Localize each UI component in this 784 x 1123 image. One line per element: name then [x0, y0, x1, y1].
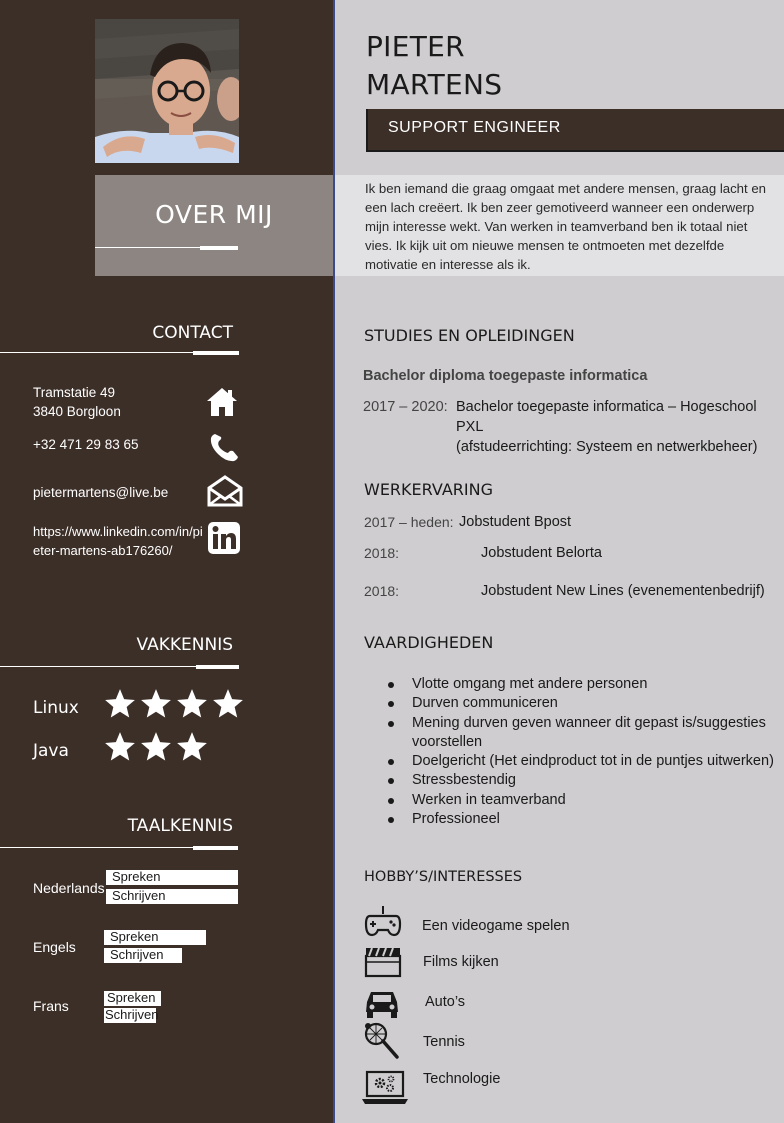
job-period: 2017 – heden: [364, 514, 454, 530]
skill-rating-linux [103, 687, 245, 721]
list-item: Durven communiceren [386, 694, 776, 713]
hobby-label: Auto’s [425, 994, 466, 1010]
laptop-gear-icon [361, 1070, 409, 1110]
list-item: Vlotte omgang met andere personen [386, 675, 776, 694]
studies-period: 2017 – 2020: [363, 399, 448, 415]
studies-description: Bachelor toegepaste informatica – Hogesc… [456, 397, 784, 457]
vakkennis-heading: VAKKENNIS [136, 635, 233, 655]
list-item: Stressbestendig [386, 771, 776, 790]
about-paragraph: Ik ben iemand die graag omgaat met ander… [365, 181, 767, 272]
list-item: Mening durven geven wanneer dit gepast i… [386, 714, 776, 753]
car-icon [364, 988, 400, 1024]
star-icon [213, 689, 243, 718]
language-bar-spreken: Spreken [104, 930, 206, 945]
job-title: Jobstudent Bpost [459, 514, 572, 530]
hobbys-heading: HOBBY’S/INTERESSES [364, 869, 523, 885]
phone-number[interactable]: +32 471 29 83 65 [33, 435, 138, 454]
werkervaring-heading: WERKERVARING [364, 480, 493, 499]
language-label-engels: Engels [33, 939, 76, 955]
star-icon [177, 732, 207, 761]
studies-line2: (afstudeerrichting: Systeem en netwerkbe… [456, 439, 758, 455]
taalkennis-underline-accent [193, 846, 238, 850]
home-icon [206, 387, 238, 421]
address-street: Tramstatie 49 [33, 385, 116, 400]
envelope-icon [206, 475, 244, 511]
name-first: PIETER [366, 30, 465, 63]
candidate-name: PIETER MARTENS [366, 28, 502, 104]
phone-icon [208, 432, 240, 468]
vakkennis-underline-accent [196, 665, 239, 669]
gamepad-icon [364, 904, 402, 942]
linkedin-url-line2: eter-martens-ab176260/ [33, 543, 173, 558]
language-bar-spreken: Spreken [104, 991, 161, 1006]
address-city: 3840 Borgloon [33, 404, 121, 419]
contact-heading: CONTACT [152, 323, 233, 343]
language-bar-spreken: Spreken [106, 870, 238, 885]
studies-line1: Bachelor toegepaste informatica – Hogesc… [456, 399, 757, 435]
degree-title: Bachelor diploma toegepaste informatica [363, 368, 648, 384]
studies-heading: STUDIES EN OPLEIDINGEN [364, 326, 575, 345]
clapperboard-icon [364, 946, 402, 982]
hobby-label: Technologie [423, 1071, 501, 1087]
taalkennis-heading: TAALKENNIS [127, 816, 233, 836]
job-title: Jobstudent Belorta [481, 545, 602, 561]
job-title: SUPPORT ENGINEER [388, 119, 561, 136]
hobby-label: Films kijken [423, 954, 499, 970]
job-title: Jobstudent New Lines (evenementenbedrijf… [481, 583, 765, 599]
vaardigheden-heading: VAARDIGHEDEN [364, 633, 494, 652]
language-bar-schrijven: Schrijven [106, 889, 238, 904]
job-period: 2018: [364, 545, 400, 561]
address: Tramstatie 49 3840 Borgloon [33, 383, 121, 421]
star-icon [177, 689, 207, 718]
job-period: 2018: [364, 583, 400, 599]
language-bar-schrijven: Schrijven [104, 1007, 159, 1023]
star-icon [105, 732, 135, 761]
profile-photo [95, 19, 239, 163]
language-bar-schrijven: Schrijven [104, 948, 182, 963]
about-heading: OVER MIJ [155, 200, 273, 229]
linkedin-icon [208, 522, 240, 558]
skill-label-linux: Linux [33, 698, 79, 718]
list-item: Werken in teamverband [386, 791, 776, 810]
skills-list: Vlotte omgang met andere personen Durven… [386, 675, 776, 829]
hobby-label: Tennis [423, 1034, 465, 1050]
linkedin-url-line1: https://www.linkedin.com/in/pi [33, 524, 203, 539]
tennis-racket-icon [364, 1022, 400, 1064]
list-item: Doelgericht (Het eindproduct tot in de p… [386, 752, 776, 771]
language-label-frans: Frans [33, 998, 69, 1014]
hobby-label: Een videogame spelen [422, 918, 570, 934]
list-item: Professioneel [386, 810, 776, 829]
star-icon [141, 689, 171, 718]
star-icon [141, 732, 171, 761]
contact-underline-accent [193, 351, 239, 355]
name-last: MARTENS [366, 68, 503, 101]
language-label-nederlands: Nederlands [33, 880, 105, 896]
star-icon [105, 689, 135, 718]
skill-rating-java [103, 730, 209, 764]
about-underline-accent [200, 246, 238, 250]
linkedin-url[interactable]: https://www.linkedin.com/in/pi eter-mart… [33, 522, 203, 560]
email-address[interactable]: pietermartens@live.be [33, 483, 168, 502]
skill-label-java: Java [33, 741, 69, 761]
